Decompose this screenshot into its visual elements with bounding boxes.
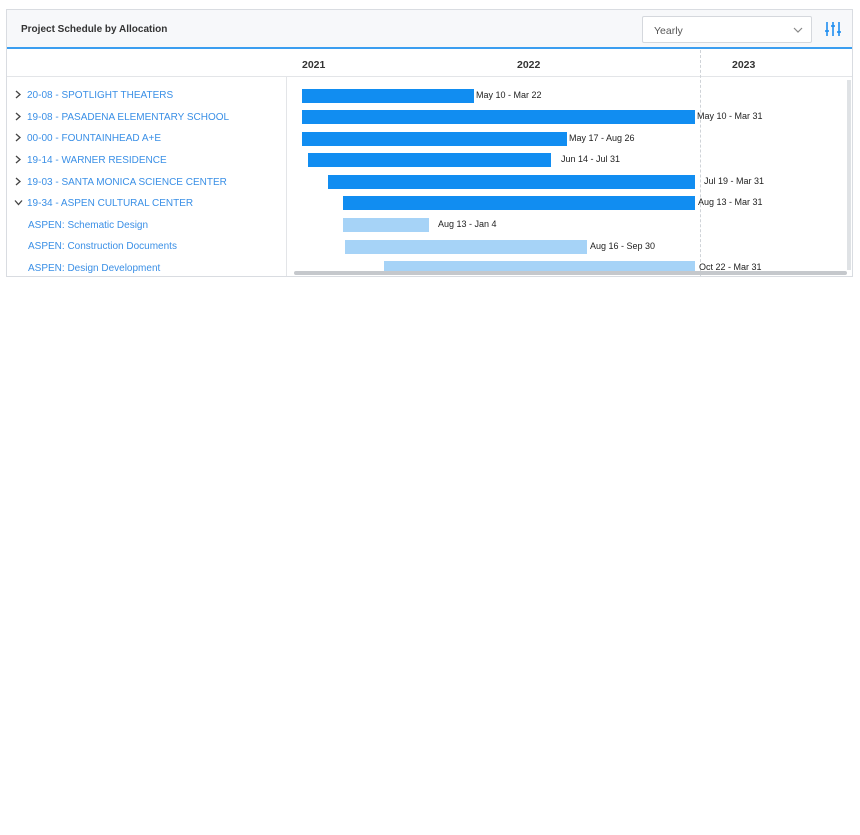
project-row-20-08[interactable]: 20-08 - SPOTLIGHT THEATERS [14, 90, 173, 101]
project-row-19-14[interactable]: 19-14 - WARNER RESIDENCE [14, 155, 167, 166]
chevron-right-icon[interactable] [14, 112, 23, 121]
vertical-scrollbar[interactable] [847, 80, 851, 270]
chevron-down-icon[interactable] [14, 198, 23, 207]
timeline-year-header: 2021 2022 2023 [7, 50, 852, 77]
project-label: 00-00 - FOUNTAINHEAD A+E [27, 133, 162, 144]
chevron-down-icon [793, 27, 803, 33]
project-row-19-03[interactable]: 19-03 - SANTA MONICA SCIENCE CENTER [14, 177, 227, 188]
phase-label: ASPEN: Construction Documents [28, 241, 177, 252]
project-label: 20-08 - SPOTLIGHT THEATERS [27, 90, 174, 101]
year-label: 2023 [732, 59, 756, 71]
year-boundary-line [700, 50, 701, 276]
column-divider [286, 77, 287, 276]
chevron-right-icon[interactable] [14, 155, 23, 164]
phase-label: ASPEN: Schematic Design [28, 220, 149, 231]
bar-date-label: Jul 19 - Mar 31 [704, 176, 765, 186]
project-row-19-08[interactable]: 19-08 - PASADENA ELEMENTARY SCHOOL [14, 112, 229, 123]
project-label: 19-03 - SANTA MONICA SCIENCE CENTER [27, 177, 227, 188]
chevron-right-icon[interactable] [14, 177, 23, 186]
view-select[interactable]: Yearly [642, 16, 812, 43]
chevron-right-icon[interactable] [14, 133, 23, 142]
project-label: 19-14 - WARNER RESIDENCE [27, 155, 167, 166]
year-label: 2021 [302, 59, 326, 71]
schedule-bar[interactable] [302, 132, 567, 146]
schedule-bar[interactable] [308, 153, 551, 167]
phase-label: ASPEN: Design Development [28, 263, 161, 274]
chevron-right-icon[interactable] [14, 90, 23, 99]
bar-date-label: May 17 - Aug 26 [569, 133, 635, 143]
bar-date-label: Aug 16 - Sep 30 [590, 241, 656, 251]
phase-row-construction-documents[interactable]: ASPEN: Construction Documents [28, 241, 177, 252]
project-row-00-00[interactable]: 00-00 - FOUNTAINHEAD A+E [14, 133, 161, 144]
bar-date-label: Aug 13 - Mar 31 [698, 197, 763, 207]
bar-date-label: Aug 13 - Jan 4 [438, 219, 497, 229]
project-row-19-34[interactable]: 19-34 - ASPEN CULTURAL CENTER [14, 198, 193, 209]
year-label: 2022 [517, 59, 541, 71]
schedule-bar[interactable] [343, 196, 695, 210]
panel-header: Project Schedule by Allocation Yearly [7, 10, 852, 49]
panel-title: Project Schedule by Allocation [21, 24, 168, 35]
view-select-value: Yearly [654, 25, 683, 37]
phase-row-design-development[interactable]: ASPEN: Design Development [28, 263, 160, 274]
schedule-bar[interactable] [328, 175, 695, 189]
horizontal-scrollbar[interactable] [294, 271, 847, 275]
phase-bar[interactable] [345, 240, 587, 254]
phase-row-schematic-design[interactable]: ASPEN: Schematic Design [28, 220, 148, 231]
schedule-bar[interactable] [302, 89, 474, 103]
bar-date-label: Jun 14 - Jul 31 [561, 154, 621, 164]
filter-sliders-icon[interactable] [824, 20, 842, 38]
phase-bar[interactable] [343, 218, 429, 232]
bar-date-label: May 10 - Mar 31 [697, 111, 763, 121]
project-label: 19-08 - PASADENA ELEMENTARY SCHOOL [27, 112, 230, 123]
bar-date-label: May 10 - Mar 22 [476, 90, 542, 100]
schedule-bar[interactable] [302, 110, 695, 124]
schedule-panel: Project Schedule by Allocation Yearly 20… [6, 9, 853, 277]
project-label: 19-34 - ASPEN CULTURAL CENTER [27, 198, 194, 209]
